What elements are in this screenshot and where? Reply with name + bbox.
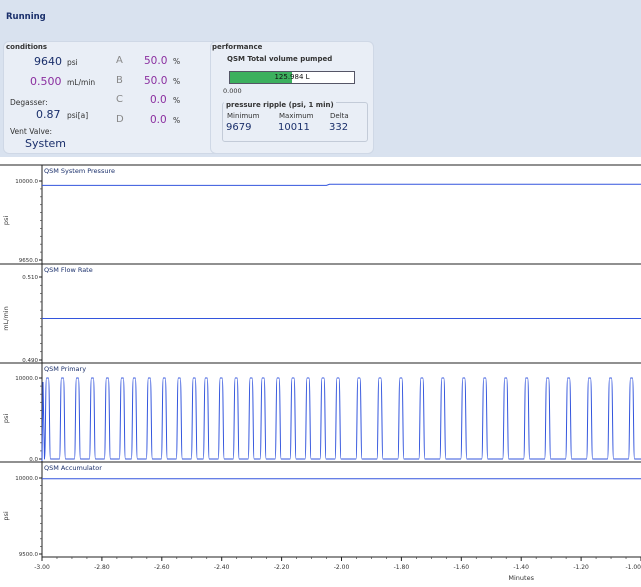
chart-title: QSM Accumulator	[44, 464, 102, 472]
x-tick-label: -2.80	[94, 564, 110, 571]
flow-value: 0.500	[30, 75, 62, 88]
performance-title: performance	[212, 43, 263, 51]
chart-title: QSM Primary	[44, 365, 86, 373]
solvent-c-value: 0.0	[150, 94, 167, 106]
ripple-delta-value: 332	[329, 122, 349, 133]
degasser-label: Degasser:	[10, 98, 48, 107]
y-tick-label: 9650.0	[19, 258, 39, 264]
solvent-a-unit: %	[173, 57, 181, 66]
run-status: Running	[6, 12, 46, 22]
x-tick-label: -2.40	[214, 564, 230, 571]
chart-title: QSM Flow Rate	[44, 266, 93, 274]
solvent-d-unit: %	[173, 116, 181, 125]
solvent-a-letter: A	[116, 55, 123, 66]
y-tick-label: 9500.0	[19, 552, 39, 558]
solvent-c-unit: %	[173, 96, 181, 105]
pressure-unit: psi	[67, 58, 78, 67]
vent-valve-label: Vent Valve:	[10, 127, 53, 136]
ripple-header-max: Maximum	[279, 112, 314, 120]
solvent-c-letter: C	[116, 94, 123, 105]
ripple-header-min: Minimum	[227, 112, 260, 120]
ripple-max-value: 10011	[278, 122, 310, 133]
ripple-header-delta: Delta	[330, 112, 349, 120]
solvent-a-value: 50.0	[144, 55, 168, 67]
x-tick-label: -1.00	[625, 564, 641, 571]
volume-label: QSM Total volume pumped	[227, 55, 333, 63]
degasser-unit: psi[a]	[67, 111, 89, 120]
y-tick-label: 0.510	[22, 275, 38, 281]
x-tick-label: -1.80	[394, 564, 410, 571]
volume-progress-bar: 125.984 L	[229, 71, 355, 84]
chart-title: QSM System Pressure	[44, 167, 115, 175]
x-tick-label: -3.00	[34, 564, 50, 571]
solvent-d-value: 0.0	[150, 114, 167, 126]
solvent-b-value: 50.0	[144, 75, 168, 87]
y-axis-label: psi	[2, 511, 10, 521]
y-tick-label: 10000.0	[15, 476, 38, 482]
series-line	[42, 183, 641, 186]
solvent-b-unit: %	[173, 77, 181, 86]
ripple-min-value: 9679	[226, 122, 252, 133]
x-axis-label: Minutes	[508, 574, 534, 582]
y-tick-label: 10000.0	[15, 179, 38, 185]
y-axis-label: mL/min	[2, 306, 10, 330]
x-tick-label: -2.20	[274, 564, 290, 571]
volume-min-label: 0.000	[223, 87, 242, 95]
y-axis-label: psi	[2, 216, 10, 226]
x-tick-label: -1.20	[573, 564, 589, 571]
conditions-title: conditions	[6, 43, 48, 51]
y-axis-label: psi	[2, 414, 10, 424]
status-header: Running conditions 9640 psi 0.500 mL/min…	[0, 0, 641, 157]
ripple-title: pressure ripple (psi, 1 min)	[224, 101, 336, 109]
x-tick-label: -2.60	[154, 564, 170, 571]
y-tick-label: 10000.0	[15, 376, 38, 382]
x-tick-label: -1.40	[513, 564, 529, 571]
solvent-d-letter: D	[116, 114, 124, 125]
trend-charts: QSM System Pressure psi 10000.0 9650.0 QSM F…	[0, 164, 641, 582]
solvent-b-letter: B	[116, 75, 123, 86]
volume-value: 125.984 L	[274, 73, 310, 81]
pressure-value: 9640	[34, 55, 62, 68]
series-line	[41, 377, 641, 462]
flow-unit: mL/min	[67, 78, 96, 87]
x-tick-label: -2.00	[334, 564, 350, 571]
x-tick-label: -1.60	[454, 564, 470, 571]
vent-valve-value: System	[25, 137, 67, 150]
degasser-value: 0.87	[36, 108, 61, 121]
